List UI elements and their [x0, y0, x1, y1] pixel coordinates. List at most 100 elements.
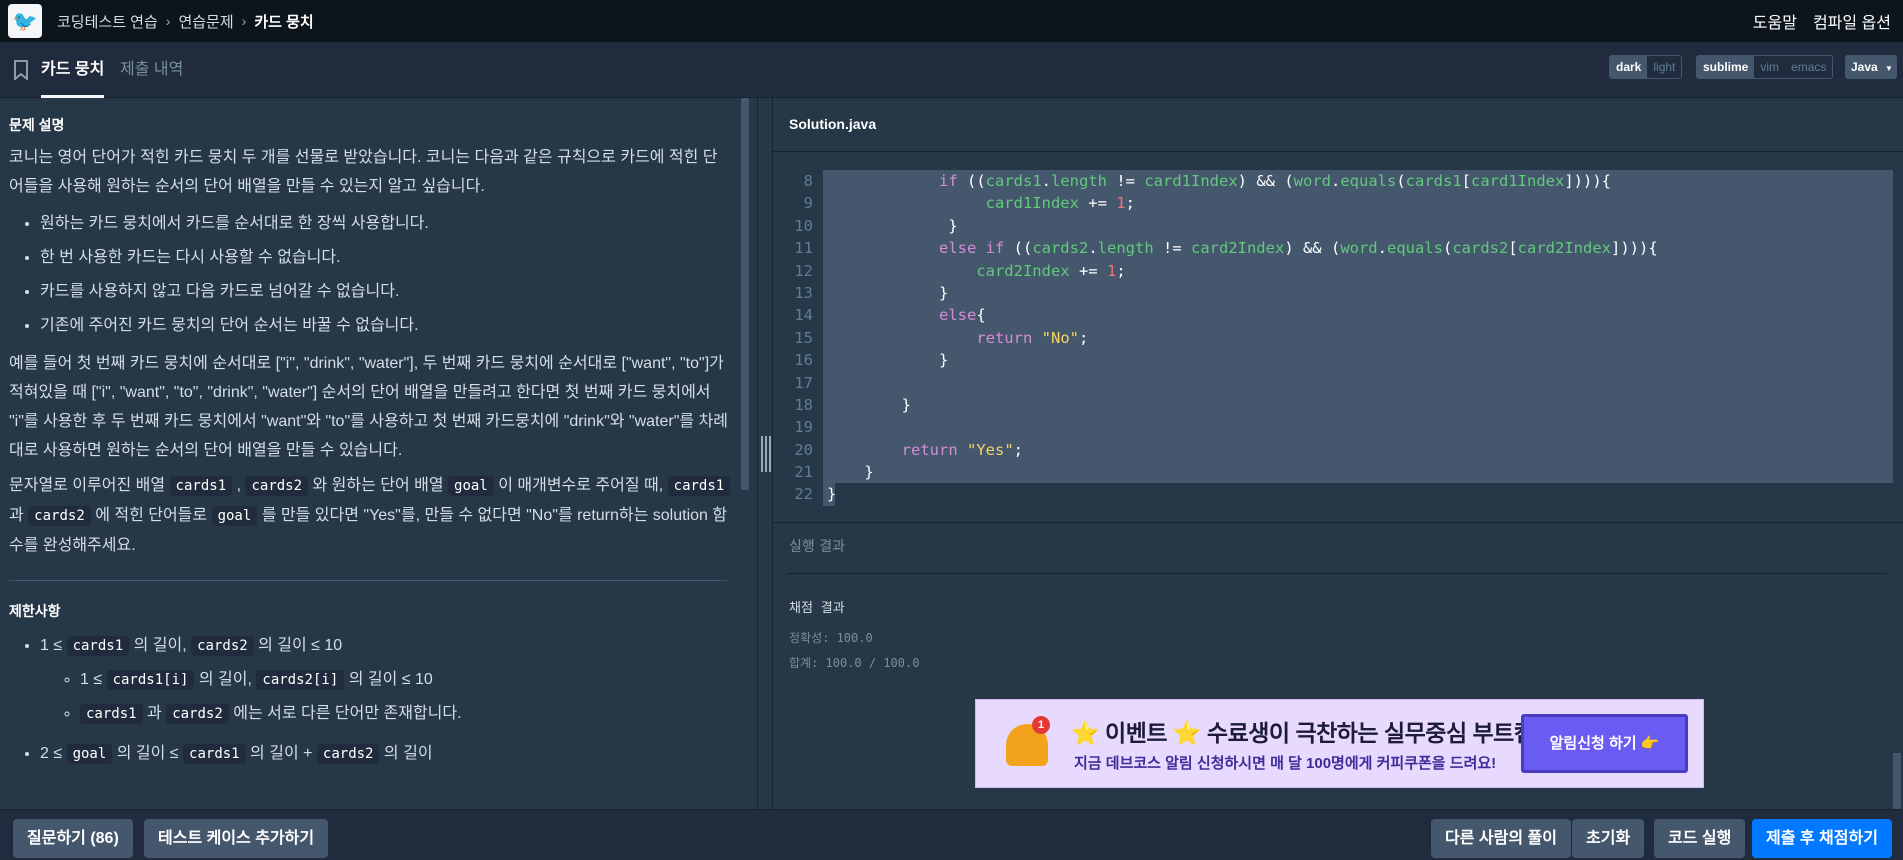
code-text: card2Index += 1; — [823, 259, 1893, 282]
code-inline: cards1 — [183, 744, 246, 764]
code-line: 18 } — [773, 393, 1903, 417]
constraint-text: 의 길이 ≤ 10 — [344, 671, 433, 688]
code-line: 13 } — [773, 281, 1903, 305]
code-text — [823, 416, 1893, 439]
line-number: 20 — [794, 440, 813, 459]
code-text: } — [823, 393, 1893, 417]
event-banner[interactable]: 1 ⭐ 이벤트 ⭐ 수료생이 극찬하는 실무중심 부트캠프 지금 데브코스 알림… — [975, 699, 1704, 788]
task-fragment: 와 원하는 단어 배열 — [308, 477, 449, 494]
section-divider — [9, 580, 727, 581]
compile-options-link[interactable]: 컴파일 옵션 — [1813, 9, 1891, 33]
line-number: 15 — [794, 328, 813, 347]
keymap-sublime-button[interactable]: sublime — [1697, 56, 1755, 78]
code-inline: cards2[i] — [256, 670, 345, 690]
panel-divider[interactable] — [757, 98, 773, 809]
help-link[interactable]: 도움말 — [1753, 9, 1797, 33]
language-select[interactable]: Java ▼ — [1845, 55, 1897, 79]
add-test-case-button[interactable]: 테스트 케이스 추가하기 — [144, 819, 329, 858]
results-scrollbar[interactable] — [1893, 753, 1901, 810]
theme-dark-button[interactable]: dark — [1610, 56, 1648, 78]
constraint-text: 의 길이 ≤ 10 — [253, 637, 343, 654]
rule-item: 한 번 사용한 카드는 다시 사용할 수 없습니다. — [40, 241, 731, 275]
constraint-text: 1 ≤ — [40, 637, 67, 654]
code-inline: cards1 — [169, 476, 233, 496]
tab-problem[interactable]: 카드 뭉치 — [41, 42, 105, 98]
ask-question-button[interactable]: 질문하기 (86) — [13, 819, 133, 858]
breadcrumb-practice[interactable]: 연습문제 — [178, 11, 233, 32]
theme-toggle: dark light — [1609, 55, 1683, 79]
bell-icon: 1 — [998, 716, 1054, 772]
language-value: Java — [1851, 60, 1878, 74]
rule-item: 카드를 사용하지 않고 다음 카드로 넘어갈 수 없습니다. — [40, 275, 731, 309]
code-inline: cards1 — [667, 476, 731, 496]
line-number: 14 — [794, 306, 813, 325]
rules-list: 원하는 카드 뭉치에서 카드를 순서대로 한 장씩 사용합니다. 한 번 사용한… — [40, 207, 731, 343]
line-number: 18 — [794, 395, 813, 414]
breadcrumb-coding-test[interactable]: 코딩테스트 연습 — [57, 11, 158, 32]
line-number: 9 — [803, 194, 813, 213]
drag-handle-icon[interactable] — [761, 436, 771, 472]
code-text: else if ((cards2.length != card2Index) &… — [823, 237, 1893, 260]
breadcrumb-current: 카드 뭉치 — [254, 13, 314, 31]
constraint-text: 의 길이 ≤ — [112, 745, 184, 762]
code-line: 21 } — [773, 461, 1903, 484]
reset-button[interactable]: 초기화 — [1572, 819, 1645, 858]
keymap-emacs-button[interactable]: emacs — [1785, 56, 1832, 78]
task-text: 문자열로 이루어진 배열 cards1 , cards2 와 원하는 단어 배열… — [9, 471, 731, 560]
run-result-title: 실행 결과 — [789, 539, 845, 555]
banner-subtitle: 지금 데브코스 알림 신청하시면 매 달 100명에게 커피쿠폰을 드려요! — [1074, 755, 1497, 772]
intro-text: 코니는 영어 단어가 적힌 카드 뭉치 두 개를 선물로 받았습니다. 코니는 … — [9, 149, 718, 195]
constraints-list: 1 ≤ cards1 의 길이, cards2 의 길이 ≤ 10 1 ≤ ca… — [40, 629, 731, 771]
code-line: 19 — [773, 416, 1903, 439]
task-fragment: 과 — [9, 507, 29, 524]
others-solutions-button[interactable]: 다른 사람의 풀이 — [1431, 819, 1571, 858]
code-inline: goal — [448, 476, 494, 496]
line-number: 16 — [794, 351, 813, 370]
file-header: Solution.java — [773, 98, 1903, 152]
theme-light-button[interactable]: light — [1647, 56, 1681, 78]
line-number: 21 — [794, 463, 813, 482]
code-line: 16 } — [773, 349, 1903, 372]
code-text: return "No"; — [823, 326, 1893, 350]
chevron-right-icon: › — [165, 13, 171, 29]
line-number: 10 — [794, 216, 813, 235]
task-fragment: 문자열로 이루어진 배열 — [9, 477, 170, 494]
code-inline: cards2 — [245, 476, 309, 496]
rule-item: 기존에 주어진 카드 뭉치의 단어 순서는 바꿀 수 없습니다. — [40, 309, 731, 343]
keymap-toggle: sublime vim emacs — [1696, 55, 1834, 79]
description-scrollbar[interactable] — [741, 98, 749, 490]
code-area[interactable]: 8 if ((cards1.length != card1Index) && (… — [773, 170, 1903, 506]
submit-button[interactable]: 제출 후 채점하기 — [1752, 819, 1892, 858]
code-line: 10 } — [773, 214, 1903, 238]
notify-signup-button[interactable]: 알림신청 하기 👉 — [1521, 714, 1688, 773]
line-number: 11 — [794, 239, 813, 258]
code-text: } — [823, 214, 1893, 238]
code-inline: goal — [211, 506, 258, 526]
bookmark-icon[interactable] — [13, 60, 29, 80]
code-text — [823, 371, 1893, 394]
run-code-button[interactable]: 코드 실행 — [1654, 819, 1746, 858]
bottom-action-bar: 질문하기 (86) 테스트 케이스 추가하기 다른 사람의 풀이 초기화 코드 … — [0, 809, 1903, 860]
code-inline: cards2 — [191, 636, 254, 656]
tab-submission-history[interactable]: 제출 내역 — [120, 42, 183, 98]
keymap-vim-button[interactable]: vim — [1754, 56, 1785, 78]
section-title-constraints: 제한사항 — [9, 603, 61, 619]
line-number: 17 — [794, 373, 813, 392]
caret-down-icon: ▼ — [1885, 64, 1893, 73]
section-title-description: 문제 설명 — [9, 117, 65, 133]
constraint-subitem: 1 ≤ cards1[i] 의 길이, cards2[i] 의 길이 ≤ 10 — [80, 663, 731, 697]
code-line: 12 card2Index += 1; — [773, 259, 1903, 282]
code-line: 8 if ((cards1.length != card1Index) && (… — [773, 170, 1903, 193]
code-text: card1Index += 1; — [823, 192, 1893, 215]
code-inline: cards1 — [66, 636, 130, 656]
task-fragment: 에 적힌 단어들로 — [90, 507, 212, 524]
code-editor[interactable]: Solution.java 8 if ((cards1.length != ca… — [773, 98, 1903, 530]
code-inline: goal — [66, 744, 113, 764]
code-text: } — [823, 281, 1893, 305]
code-line: 14 else{ — [773, 304, 1903, 327]
programmers-logo-icon[interactable]: 🐦 — [8, 4, 42, 38]
code-text: } — [823, 349, 1893, 372]
chevron-right-icon: › — [241, 13, 247, 29]
line-number: 22 — [794, 485, 813, 504]
code-inline: cards2 — [316, 744, 380, 764]
